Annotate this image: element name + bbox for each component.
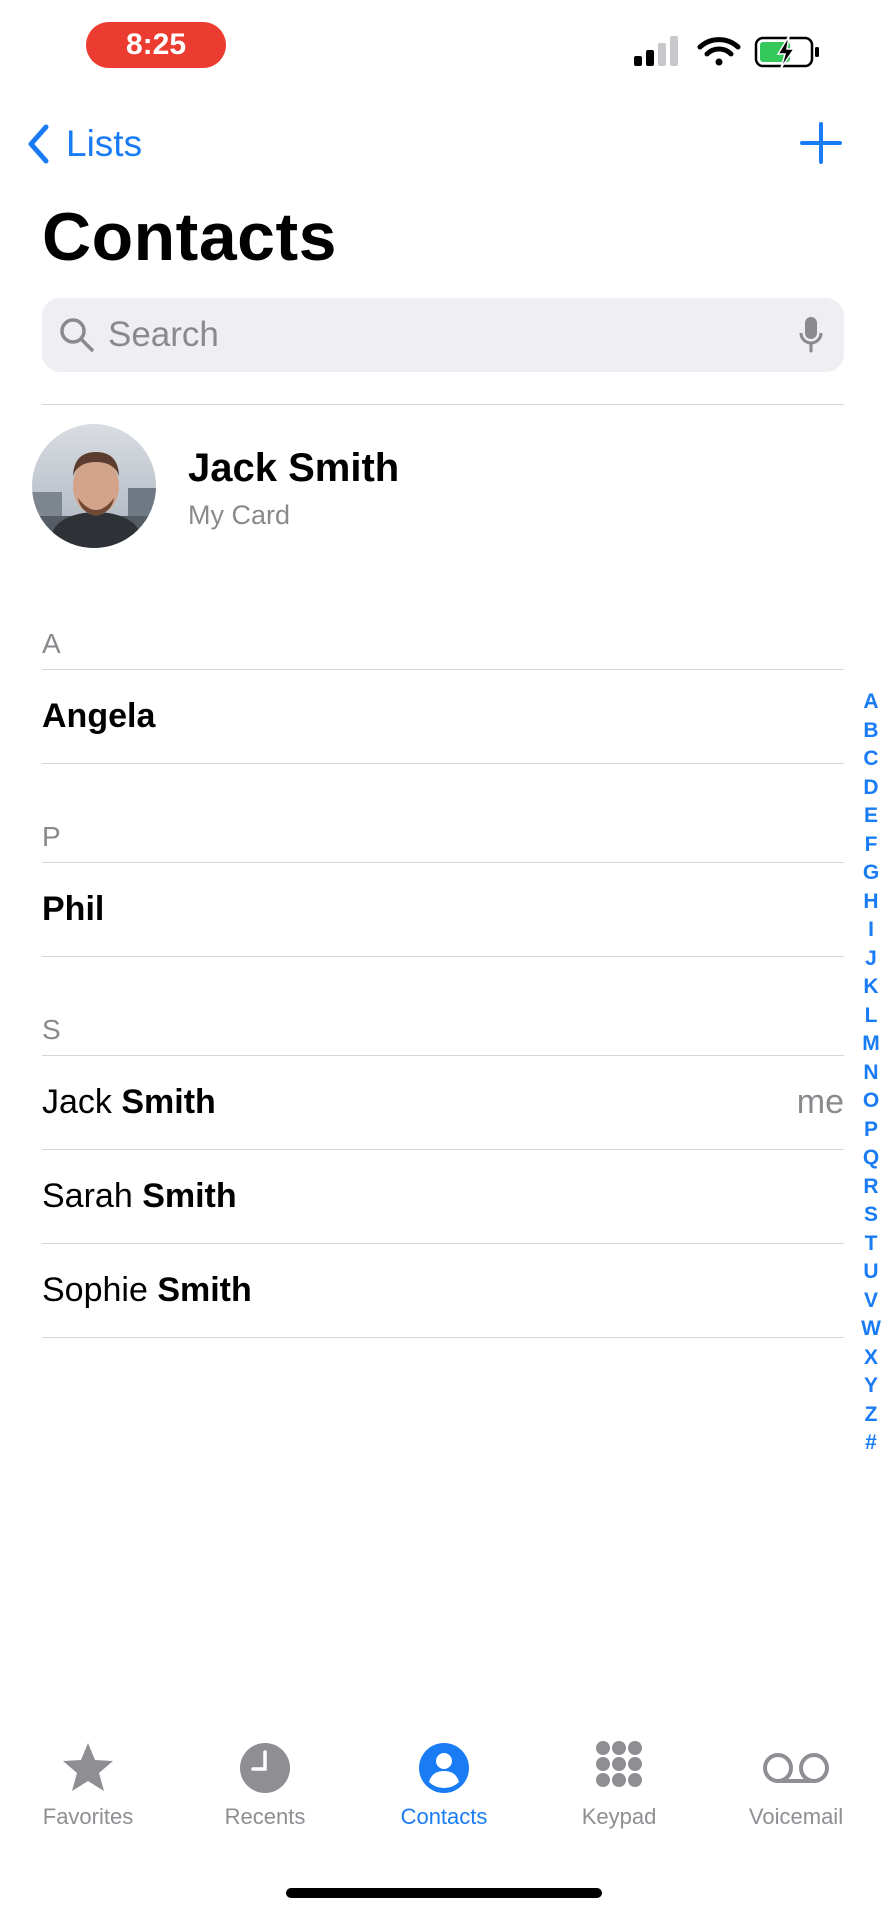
search-icon <box>60 318 94 352</box>
chevron-left-icon <box>28 124 49 164</box>
index-letter[interactable]: # <box>865 1429 877 1458</box>
divider <box>42 763 844 764</box>
my-card-name: Jack Smith <box>188 446 400 490</box>
contact-first-name: Sophie <box>42 1270 158 1309</box>
keypad-icon <box>596 1741 642 1787</box>
cellular-signal-icon <box>634 36 678 66</box>
alphabet-index[interactable]: A B C D E F G H I J K L M N O P Q R S T … <box>856 688 886 1458</box>
contact-row-angela[interactable]: Angela <box>42 670 844 762</box>
person-circle-icon <box>419 1743 469 1793</box>
tab-contacts[interactable]: Contacts <box>364 1740 524 1830</box>
me-badge: me <box>796 1082 844 1121</box>
tab-favorites[interactable]: Favorites <box>8 1740 168 1830</box>
tab-label: Recents <box>224 1804 306 1829</box>
section-header-a: A <box>42 628 61 659</box>
contact-last-name: Phil <box>42 889 105 928</box>
index-letter[interactable]: Z <box>865 1401 878 1430</box>
status-icons <box>634 30 824 72</box>
index-letter[interactable]: A <box>863 688 878 717</box>
index-letter[interactable]: N <box>863 1059 878 1088</box>
index-letter[interactable]: R <box>863 1173 878 1202</box>
star-icon <box>63 1743 113 1791</box>
my-card-subtitle: My Card <box>188 500 291 530</box>
tab-label: Voicemail <box>748 1804 844 1829</box>
contact-first-name: Sarah <box>42 1176 143 1215</box>
contact-last-name: Angela <box>42 696 156 735</box>
tab-label: Favorites <box>42 1804 134 1829</box>
index-letter[interactable]: U <box>863 1258 878 1287</box>
divider <box>42 1337 844 1338</box>
contact-last-name: Smith <box>121 1082 216 1121</box>
wifi-icon <box>697 37 741 66</box>
microphone-icon[interactable] <box>798 315 824 355</box>
contact-last-name: Smith <box>142 1176 237 1215</box>
index-letter[interactable]: H <box>863 888 878 917</box>
add-contact-button[interactable] <box>796 118 846 168</box>
contact-first-name: Jack <box>42 1082 122 1121</box>
index-letter[interactable]: E <box>864 802 878 831</box>
home-indicator <box>286 1888 602 1898</box>
avatar <box>32 424 156 548</box>
battery-charging-icon <box>754 35 819 69</box>
back-button-label: Lists <box>66 123 143 164</box>
section-header-p: P <box>42 821 61 852</box>
voicemail-icon <box>763 1753 829 1783</box>
index-letter[interactable]: B <box>863 717 878 746</box>
contact-row-sarah-smith[interactable]: Sarah Smith <box>42 1150 844 1242</box>
index-letter[interactable]: X <box>864 1344 878 1373</box>
index-letter[interactable]: Y <box>864 1372 878 1401</box>
index-letter[interactable]: W <box>861 1315 881 1344</box>
contact-row-sophie-smith[interactable]: Sophie Smith <box>42 1244 844 1336</box>
search-bar[interactable] <box>42 298 844 372</box>
tab-voicemail[interactable]: Voicemail <box>716 1740 876 1830</box>
clock-icon <box>240 1743 290 1793</box>
tab-label: Contacts <box>400 1804 488 1829</box>
divider <box>42 956 844 957</box>
contact-row-phil[interactable]: Phil <box>42 863 844 955</box>
index-letter[interactable]: M <box>862 1030 880 1059</box>
index-letter[interactable]: L <box>865 1002 878 1031</box>
index-letter[interactable]: Q <box>863 1144 879 1173</box>
index-letter[interactable]: P <box>864 1116 878 1145</box>
tab-label: Keypad <box>581 1804 657 1829</box>
search-input[interactable] <box>108 315 798 355</box>
index-letter[interactable]: D <box>863 774 878 803</box>
index-letter[interactable]: T <box>865 1230 878 1259</box>
section-header-s: S <box>42 1014 61 1045</box>
tab-keypad[interactable]: Keypad <box>539 1740 699 1830</box>
index-letter[interactable]: J <box>865 945 877 974</box>
index-letter[interactable]: S <box>864 1201 878 1230</box>
index-letter[interactable]: F <box>865 831 878 860</box>
index-letter[interactable]: C <box>863 745 878 774</box>
tab-bar: Favorites Recents Contacts Keypad Voicem… <box>0 1740 888 1860</box>
index-letter[interactable]: O <box>863 1087 879 1116</box>
index-letter[interactable]: V <box>864 1287 878 1316</box>
tab-recents[interactable]: Recents <box>185 1740 345 1830</box>
contact-row-jack-smith[interactable]: Jack Smith me <box>42 1056 844 1148</box>
status-time: 8:25 <box>86 22 226 68</box>
back-button[interactable]: Lists <box>26 118 142 170</box>
page-title: Contacts <box>42 199 337 275</box>
index-letter[interactable]: K <box>863 973 878 1002</box>
contact-last-name: Smith <box>157 1270 252 1309</box>
plus-icon <box>800 122 842 164</box>
index-letter[interactable]: I <box>868 916 874 945</box>
index-letter[interactable]: G <box>863 859 879 888</box>
